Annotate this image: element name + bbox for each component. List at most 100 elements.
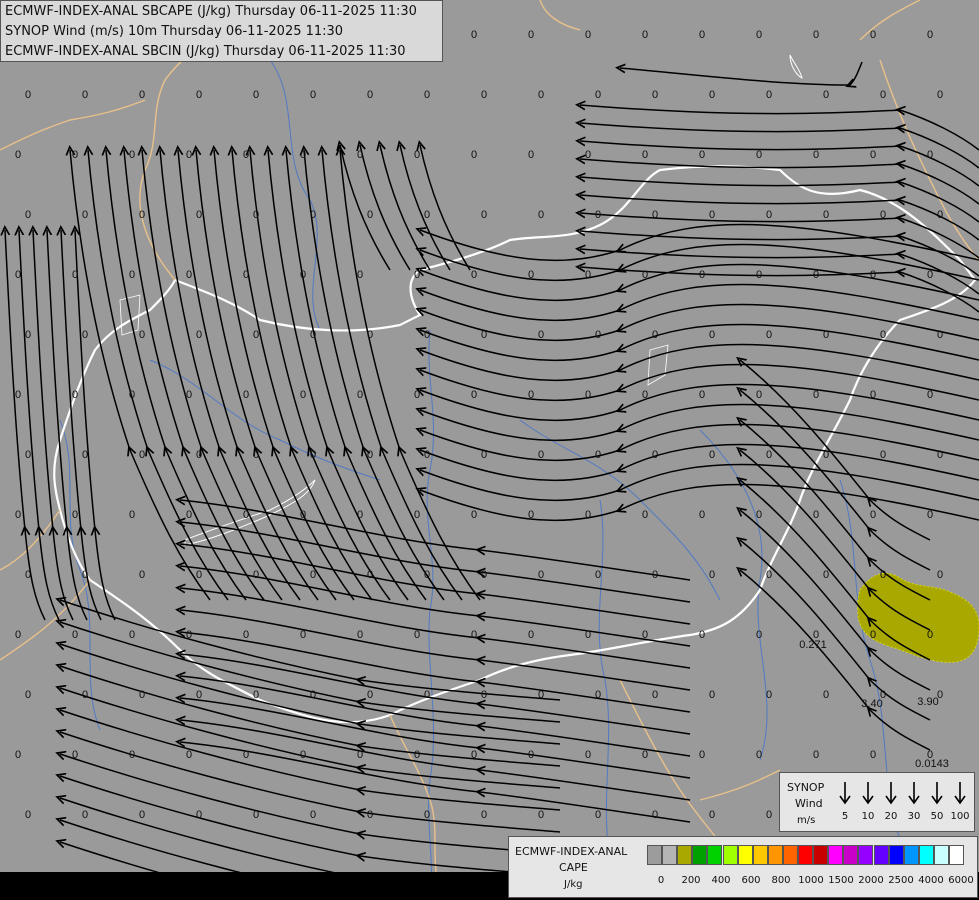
cape-contour: [857, 572, 979, 663]
wind-legend-unit: m/s: [797, 815, 816, 826]
wind-legend-title: SYNOP: [787, 781, 825, 794]
streamline: [268, 150, 409, 601]
cin-value: 0: [595, 329, 601, 341]
weather-map[interactable]: 0 0 0 0 0 0 0 0 0 0 0 0 0 0 0 0 0 0 0 0 0 0 0 0 0 0 0 0 0 0 0 0 0 0 0 0 0 0 0 0…: [0, 0, 979, 900]
streamline: [180, 676, 691, 757]
cin-value: 0: [585, 29, 591, 41]
cape-swatch: [782, 845, 798, 865]
cape-tick-label: 1500: [828, 875, 854, 886]
cin-value: 0: [642, 749, 648, 761]
cin-value: 0: [709, 569, 715, 581]
cin-value: 0: [595, 689, 601, 701]
cape-swatch: [767, 845, 783, 865]
cape-tick-label: 600: [741, 875, 761, 886]
lake-outline: [647, 344, 669, 386]
cin-value: 0: [186, 749, 192, 761]
cin-value: 0: [481, 209, 487, 221]
cin-value: 0: [528, 149, 534, 161]
cin-value: 0: [300, 269, 306, 281]
cin-value: 0: [937, 329, 943, 341]
cape-legend-unit: J/kg: [564, 879, 583, 890]
cin-value: 0: [595, 209, 601, 221]
cin-value: 0: [424, 449, 430, 461]
cin-value: 0: [72, 389, 78, 401]
cin-value: 0: [823, 89, 829, 101]
cin-value: 0: [699, 389, 705, 401]
cin-value: 0: [937, 449, 943, 461]
cin-value: 0: [414, 749, 420, 761]
cin-value: 0: [709, 809, 715, 821]
cin-value: 0: [528, 29, 534, 41]
cin-value: 0: [82, 809, 88, 821]
streamline: [142, 150, 283, 601]
cin-value: 0: [642, 509, 648, 521]
cin-value: 0: [642, 29, 648, 41]
streamline: [420, 463, 979, 502]
cin-value: 0: [424, 569, 430, 581]
cin-value: 0: [652, 569, 658, 581]
cin-value: 0: [813, 509, 819, 521]
cin-value: 0: [25, 569, 31, 581]
cin-value: 0: [481, 689, 487, 701]
cin-value: 0: [196, 689, 202, 701]
cin-value: 0: [642, 149, 648, 161]
cin-value: 0: [766, 329, 772, 341]
wind-legend-speed: 10: [861, 811, 875, 822]
cin-value: 0: [766, 809, 772, 821]
streamline: [60, 600, 561, 701]
cin-value: 0: [937, 569, 943, 581]
cin-value: 0: [756, 149, 762, 161]
cin-value: 0: [300, 149, 306, 161]
cape-swatch: [737, 845, 753, 865]
cape-tick-label: 200: [681, 875, 701, 886]
wind-legend-arrow: [908, 782, 920, 805]
cin-value: 0: [870, 509, 876, 521]
cin-value: 0: [595, 809, 601, 821]
cin-value: 0: [471, 269, 477, 281]
title-wind: SYNOP Wind (m/s) 10m Thursday 06-11-2025…: [5, 24, 344, 39]
cin-value: 0: [538, 89, 544, 101]
cin-value: 0: [709, 89, 715, 101]
streamline: [420, 423, 979, 462]
cape-tick-label: 1000: [798, 875, 824, 886]
cin-value: 0: [357, 389, 363, 401]
region-border: [0, 99, 146, 151]
cin-value: 0: [595, 89, 601, 101]
cin-value: 0: [424, 689, 430, 701]
streamline: [180, 720, 691, 801]
cin-value: 0: [15, 749, 21, 761]
cin-value: 0: [253, 329, 259, 341]
cin-value: 0: [766, 89, 772, 101]
cape-swatch: [707, 845, 723, 865]
cin-value: 0: [139, 449, 145, 461]
cin-value: 0: [196, 209, 202, 221]
cin-value: 0: [528, 629, 534, 641]
cin-value: 0: [310, 329, 316, 341]
cin-value: 0: [927, 629, 933, 641]
cin-value: 0: [880, 329, 886, 341]
cin-value: 0: [585, 269, 591, 281]
wind-legend-speed: 5: [841, 811, 849, 822]
cin-value: 0: [310, 809, 316, 821]
streamline: [180, 698, 691, 779]
cin-value: 0: [72, 629, 78, 641]
cin-value: 0: [823, 209, 829, 221]
cape-swatch: [798, 845, 813, 865]
cin-value: 0: [813, 149, 819, 161]
cin-value: 0: [367, 809, 373, 821]
wind-legend: SYNOP Wind m/s 5 10 20 30 50 100: [779, 772, 975, 832]
cape-area: [857, 572, 979, 663]
cape-swatch: [858, 845, 874, 865]
cape-tick-label: 4000: [918, 875, 944, 886]
cin-value: 0: [528, 749, 534, 761]
cin-value: 0: [139, 209, 145, 221]
cin-value: 0: [471, 29, 477, 41]
cape-swatch: [692, 845, 708, 865]
cin-value: 0: [367, 449, 373, 461]
streamline: [420, 145, 471, 271]
cin-value: 0: [15, 389, 21, 401]
cin-value: 0: [652, 809, 658, 821]
wind-legend-subtitle: Wind: [795, 797, 823, 810]
cin-value: 0: [756, 29, 762, 41]
cin-value-labeled: 0.0143: [915, 758, 949, 770]
